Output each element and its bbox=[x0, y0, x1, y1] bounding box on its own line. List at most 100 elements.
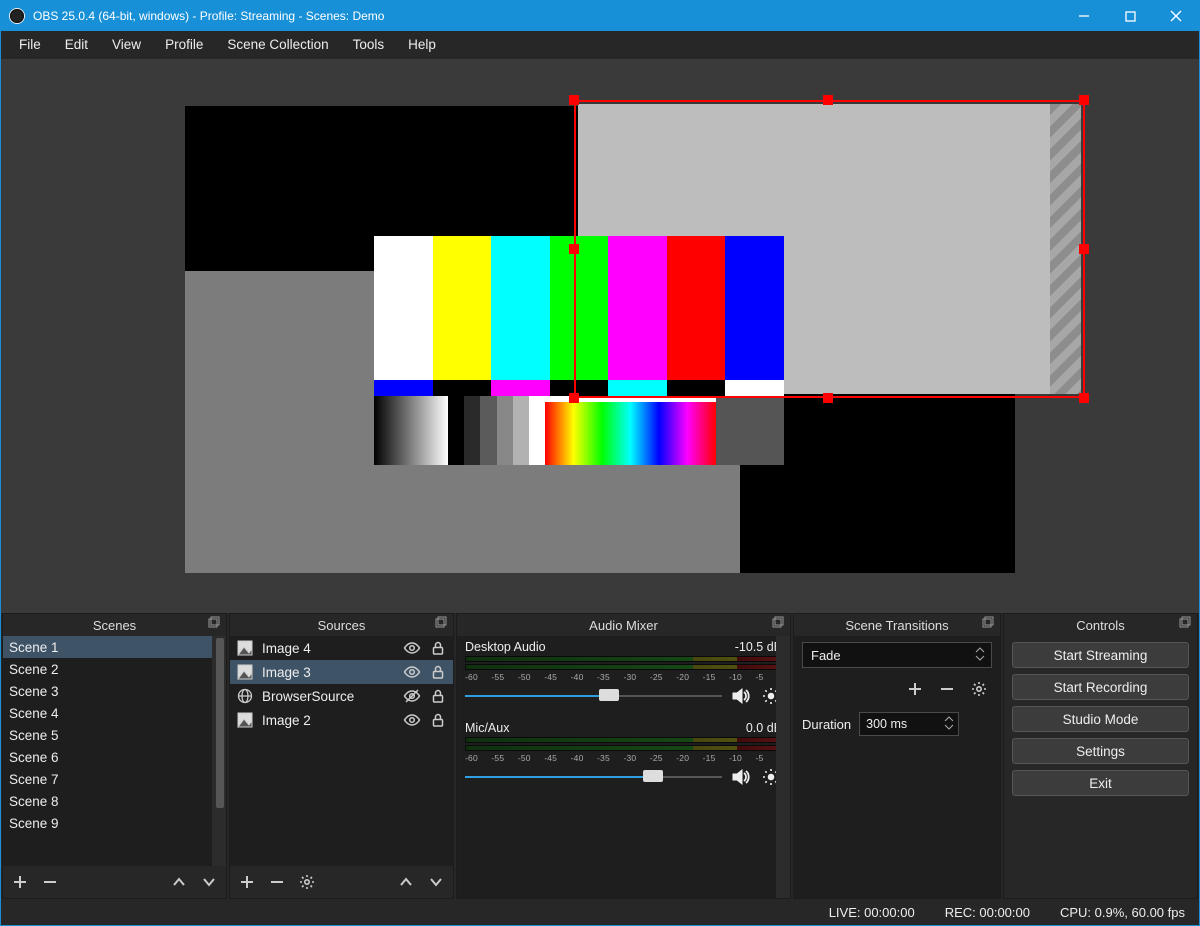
source-move-up-button[interactable] bbox=[393, 869, 419, 895]
visibility-toggle-icon[interactable] bbox=[403, 687, 421, 705]
handle-sw[interactable] bbox=[569, 393, 579, 403]
handle-e[interactable] bbox=[1079, 244, 1089, 254]
spin-down-icon[interactable] bbox=[944, 723, 954, 731]
duration-spinbox[interactable]: 300 ms bbox=[859, 712, 959, 736]
lock-toggle-icon[interactable] bbox=[429, 663, 447, 681]
image-icon bbox=[236, 711, 254, 729]
controls-popout-icon[interactable] bbox=[1179, 616, 1193, 630]
mixer-channel: Mic/Aux0.0 dB-60-55-50-45-40-35-30-25-20… bbox=[457, 717, 790, 798]
menu-file[interactable]: File bbox=[7, 33, 53, 56]
overflow-hatch bbox=[1050, 104, 1081, 394]
menu-edit[interactable]: Edit bbox=[53, 33, 100, 56]
scene-row[interactable]: Scene 6 bbox=[3, 746, 226, 768]
transitions-title: Scene Transitions bbox=[794, 618, 1000, 633]
duration-value: 300 ms bbox=[866, 717, 907, 731]
handle-nw[interactable] bbox=[569, 95, 579, 105]
scene-move-down-button[interactable] bbox=[196, 869, 222, 895]
source-properties-button[interactable] bbox=[294, 869, 320, 895]
close-button[interactable] bbox=[1153, 1, 1199, 31]
volume-slider[interactable] bbox=[465, 689, 722, 703]
source-remove-button[interactable] bbox=[264, 869, 290, 895]
transition-properties-button[interactable] bbox=[966, 676, 992, 702]
preview-area[interactable] bbox=[1, 59, 1199, 613]
start-streaming-button[interactable]: Start Streaming bbox=[1012, 642, 1189, 668]
status-bar: LIVE: 00:00:00 REC: 00:00:00 CPU: 0.9%, … bbox=[1, 899, 1199, 925]
sources-toolbar bbox=[230, 866, 453, 898]
source-row[interactable]: Image 2 bbox=[230, 708, 453, 732]
scene-add-button[interactable] bbox=[7, 869, 33, 895]
lock-toggle-icon[interactable] bbox=[429, 711, 447, 729]
start-recording-button[interactable]: Start Recording bbox=[1012, 674, 1189, 700]
lock-toggle-icon[interactable] bbox=[429, 687, 447, 705]
source-row[interactable]: Image 4 bbox=[230, 636, 453, 660]
speaker-icon[interactable] bbox=[730, 766, 752, 788]
chevron-up-icon bbox=[975, 647, 985, 653]
scene-remove-button[interactable] bbox=[37, 869, 63, 895]
chevron-down-icon bbox=[975, 655, 985, 661]
vu-meter bbox=[465, 656, 782, 662]
lock-toggle-icon[interactable] bbox=[429, 639, 447, 657]
scene-row[interactable]: Scene 1 bbox=[3, 636, 226, 658]
scene-row[interactable]: Scene 2 bbox=[3, 658, 226, 680]
vu-meter bbox=[465, 737, 782, 743]
meter-ticks: -60-55-50-45-40-35-30-25-20-15-10-50 bbox=[465, 672, 782, 682]
title-bar[interactable]: OBS 25.0.4 (64-bit, windows) - Profile: … bbox=[1, 1, 1199, 31]
visibility-toggle-icon[interactable] bbox=[403, 639, 421, 657]
transition-remove-button[interactable] bbox=[934, 676, 960, 702]
minimize-button[interactable] bbox=[1061, 1, 1107, 31]
dock-scene-transitions: Scene Transitions Fade bbox=[793, 613, 1001, 899]
maximize-button[interactable] bbox=[1107, 1, 1153, 31]
volume-slider[interactable] bbox=[465, 770, 722, 784]
source-row[interactable]: BrowserSource bbox=[230, 684, 453, 708]
scene-row[interactable]: Scene 9 bbox=[3, 812, 226, 834]
source-image-4-preview[interactable] bbox=[374, 236, 784, 466]
studio-mode-button[interactable]: Studio Mode bbox=[1012, 706, 1189, 732]
exit-button[interactable]: Exit bbox=[1012, 770, 1189, 796]
menu-scene-collection[interactable]: Scene Collection bbox=[215, 33, 340, 56]
scene-row[interactable]: Scene 5 bbox=[3, 724, 226, 746]
menu-view[interactable]: View bbox=[100, 33, 153, 56]
mixer-scrollbar[interactable] bbox=[776, 636, 790, 898]
scene-row[interactable]: Scene 8 bbox=[3, 790, 226, 812]
scenes-popout-icon[interactable] bbox=[208, 616, 222, 630]
handle-n[interactable] bbox=[823, 95, 833, 105]
preview-canvas[interactable] bbox=[185, 106, 1015, 573]
handle-ne[interactable] bbox=[1079, 95, 1089, 105]
scene-row[interactable]: Scene 7 bbox=[3, 768, 226, 790]
visibility-toggle-icon[interactable] bbox=[403, 711, 421, 729]
source-add-button[interactable] bbox=[234, 869, 260, 895]
menu-help[interactable]: Help bbox=[396, 33, 448, 56]
handle-w[interactable] bbox=[569, 244, 579, 254]
menu-tools[interactable]: Tools bbox=[341, 33, 397, 56]
visibility-toggle-icon[interactable] bbox=[403, 663, 421, 681]
image-icon bbox=[236, 663, 254, 681]
transition-select[interactable]: Fade bbox=[802, 642, 992, 668]
spin-up-icon[interactable] bbox=[944, 715, 954, 723]
transition-current: Fade bbox=[811, 648, 841, 663]
handle-s[interactable] bbox=[823, 393, 833, 403]
scenes-list[interactable]: Scene 1 Scene 2 Scene 3 Scene 4 Scene 5 … bbox=[3, 636, 226, 866]
source-label: Image 3 bbox=[262, 665, 395, 680]
speaker-icon[interactable] bbox=[730, 685, 752, 707]
source-row[interactable]: Image 3 bbox=[230, 660, 453, 684]
menu-profile[interactable]: Profile bbox=[153, 33, 215, 56]
channel-name: Mic/Aux bbox=[465, 721, 746, 735]
scene-row[interactable]: Scene 4 bbox=[3, 702, 226, 724]
scene-move-up-button[interactable] bbox=[166, 869, 192, 895]
source-move-down-button[interactable] bbox=[423, 869, 449, 895]
settings-button[interactable]: Settings bbox=[1012, 738, 1189, 764]
mixer-popout-icon[interactable] bbox=[772, 616, 786, 630]
sources-list[interactable]: Image 4 Image 3 BrowserSourceImage 2 bbox=[230, 636, 453, 866]
scenes-scrollbar[interactable] bbox=[212, 636, 226, 866]
transitions-popout-icon[interactable] bbox=[982, 616, 996, 630]
image-icon bbox=[236, 639, 254, 657]
status-live: LIVE: 00:00:00 bbox=[829, 905, 915, 920]
transition-add-button[interactable] bbox=[902, 676, 928, 702]
sources-popout-icon[interactable] bbox=[435, 616, 449, 630]
scene-row[interactable]: Scene 3 bbox=[3, 680, 226, 702]
handle-se[interactable] bbox=[1079, 393, 1089, 403]
scenes-title: Scenes bbox=[3, 618, 226, 633]
status-cpu: CPU: 0.9%, 60.00 fps bbox=[1060, 905, 1185, 920]
scenes-toolbar bbox=[3, 866, 226, 898]
docks-row: Scenes Scene 1 Scene 2 Scene 3 Scene 4 S… bbox=[1, 613, 1199, 899]
